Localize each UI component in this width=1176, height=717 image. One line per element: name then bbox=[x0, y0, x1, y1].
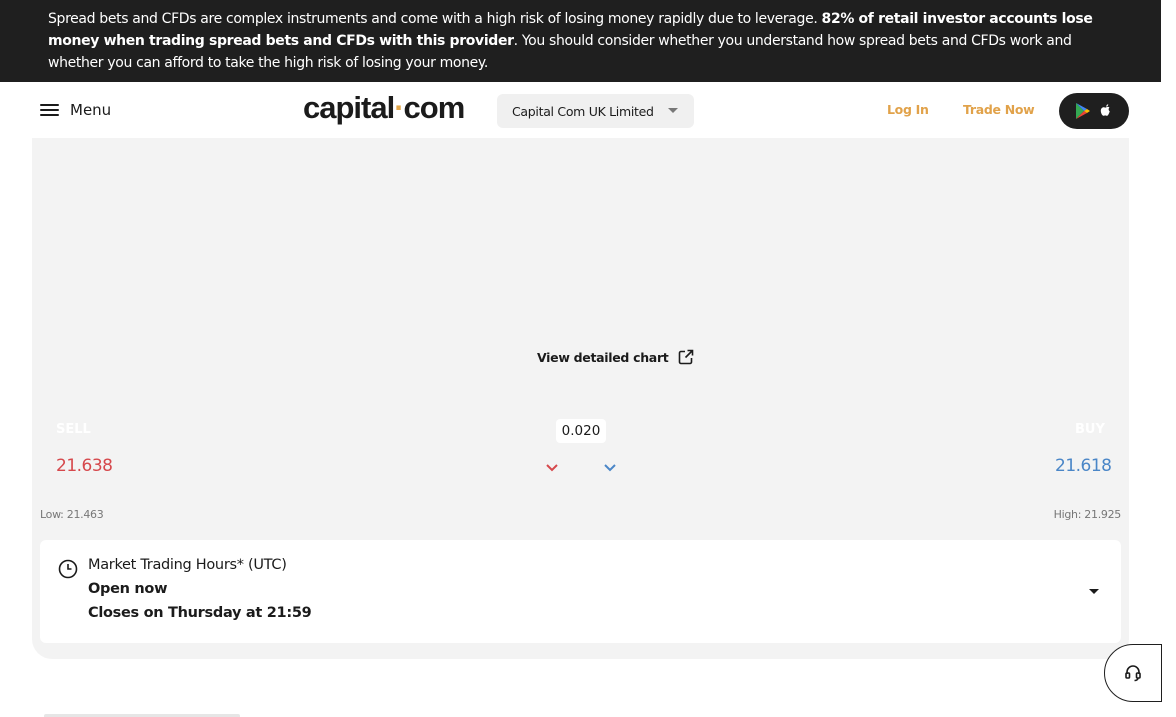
spread-value: 0.020 bbox=[556, 419, 606, 443]
hours-closes: Closes on Thursday at 21:59 bbox=[88, 605, 312, 621]
menu-button[interactable]: Menu bbox=[40, 96, 111, 124]
google-play-icon bbox=[1076, 103, 1090, 119]
sell-label: SELL bbox=[56, 422, 91, 437]
login-link[interactable]: Log In bbox=[887, 102, 929, 117]
entity-select[interactable]: Capital Com UK Limited bbox=[497, 94, 694, 128]
buy-label: BUY bbox=[1075, 422, 1105, 437]
hamburger-icon bbox=[40, 103, 60, 117]
caret-down-icon[interactable] bbox=[1089, 589, 1099, 594]
risk-text-start: Spread bets and CFDs are complex instrum… bbox=[48, 11, 822, 27]
buy-chevron-down-icon bbox=[604, 464, 616, 472]
menu-label: Menu bbox=[70, 101, 112, 119]
site-header: Menu capital·com Capital Com UK Limited … bbox=[0, 82, 1161, 138]
sell-price[interactable]: 21.638 bbox=[56, 456, 113, 476]
sell-chevron-down-icon bbox=[546, 464, 558, 472]
low-price: Low: 21.463 bbox=[40, 508, 104, 521]
clock-icon bbox=[58, 559, 78, 579]
entity-select-value: Capital Com UK Limited bbox=[512, 103, 654, 119]
buy-price[interactable]: 21.618 bbox=[1055, 456, 1112, 476]
instrument-card: View detailed chart SELL BUY 0.020 21.63… bbox=[32, 138, 1129, 659]
risk-warning-banner: Spread bets and CFDs are complex instrum… bbox=[0, 0, 1161, 82]
trade-now-link[interactable]: Trade Now bbox=[963, 102, 1035, 117]
apple-icon bbox=[1100, 104, 1110, 116]
app-download-button[interactable] bbox=[1059, 93, 1129, 129]
external-link-icon bbox=[679, 349, 694, 365]
view-detailed-chart-link[interactable]: View detailed chart bbox=[537, 349, 694, 365]
support-button[interactable] bbox=[1104, 644, 1162, 702]
chart-link-label: View detailed chart bbox=[537, 349, 669, 365]
caret-down-icon bbox=[668, 108, 678, 113]
market-hours-panel[interactable]: Market Trading Hours* (UTC) Open now Clo… bbox=[40, 540, 1121, 643]
hours-title: Market Trading Hours* (UTC) bbox=[88, 557, 287, 573]
high-price: High: 21.925 bbox=[1053, 508, 1122, 521]
capital-com-logo[interactable]: capital·com bbox=[303, 90, 465, 126]
headset-icon bbox=[1125, 665, 1141, 682]
hours-status: Open now bbox=[88, 581, 168, 597]
